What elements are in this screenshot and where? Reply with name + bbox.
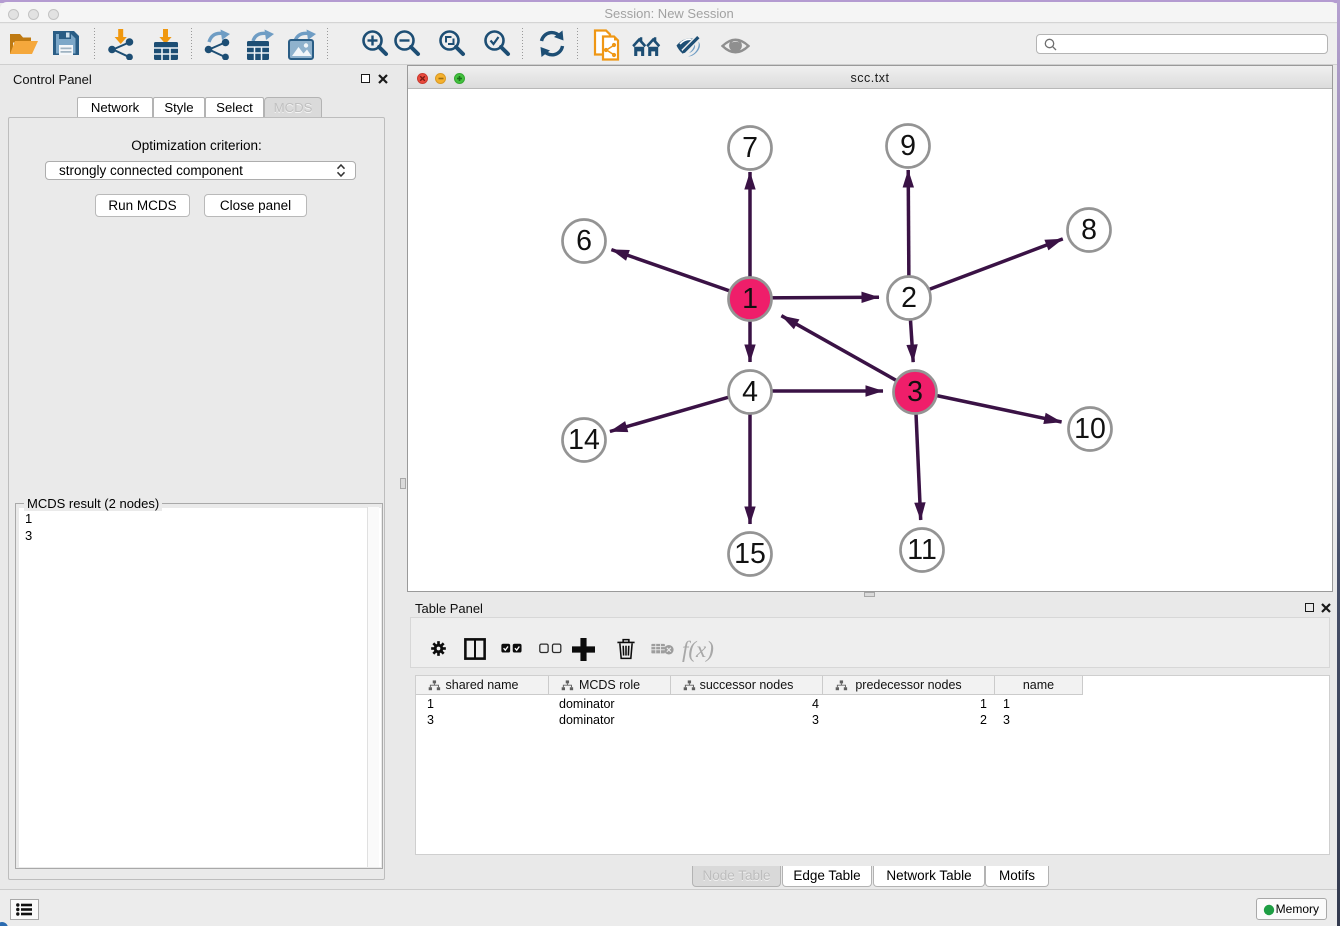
svg-text:11: 11: [907, 534, 937, 566]
svg-text:15: 15: [734, 538, 766, 570]
svg-text:8: 8: [1081, 214, 1097, 246]
svg-text:3: 3: [907, 376, 923, 408]
svg-text:10: 10: [1074, 413, 1106, 445]
svg-text:4: 4: [742, 376, 758, 408]
svg-text:14: 14: [568, 424, 600, 456]
svg-text:2: 2: [901, 282, 917, 314]
svg-text:1: 1: [742, 283, 758, 315]
svg-text:6: 6: [576, 225, 592, 257]
svg-text:9: 9: [900, 130, 916, 162]
svg-text:7: 7: [742, 132, 758, 164]
